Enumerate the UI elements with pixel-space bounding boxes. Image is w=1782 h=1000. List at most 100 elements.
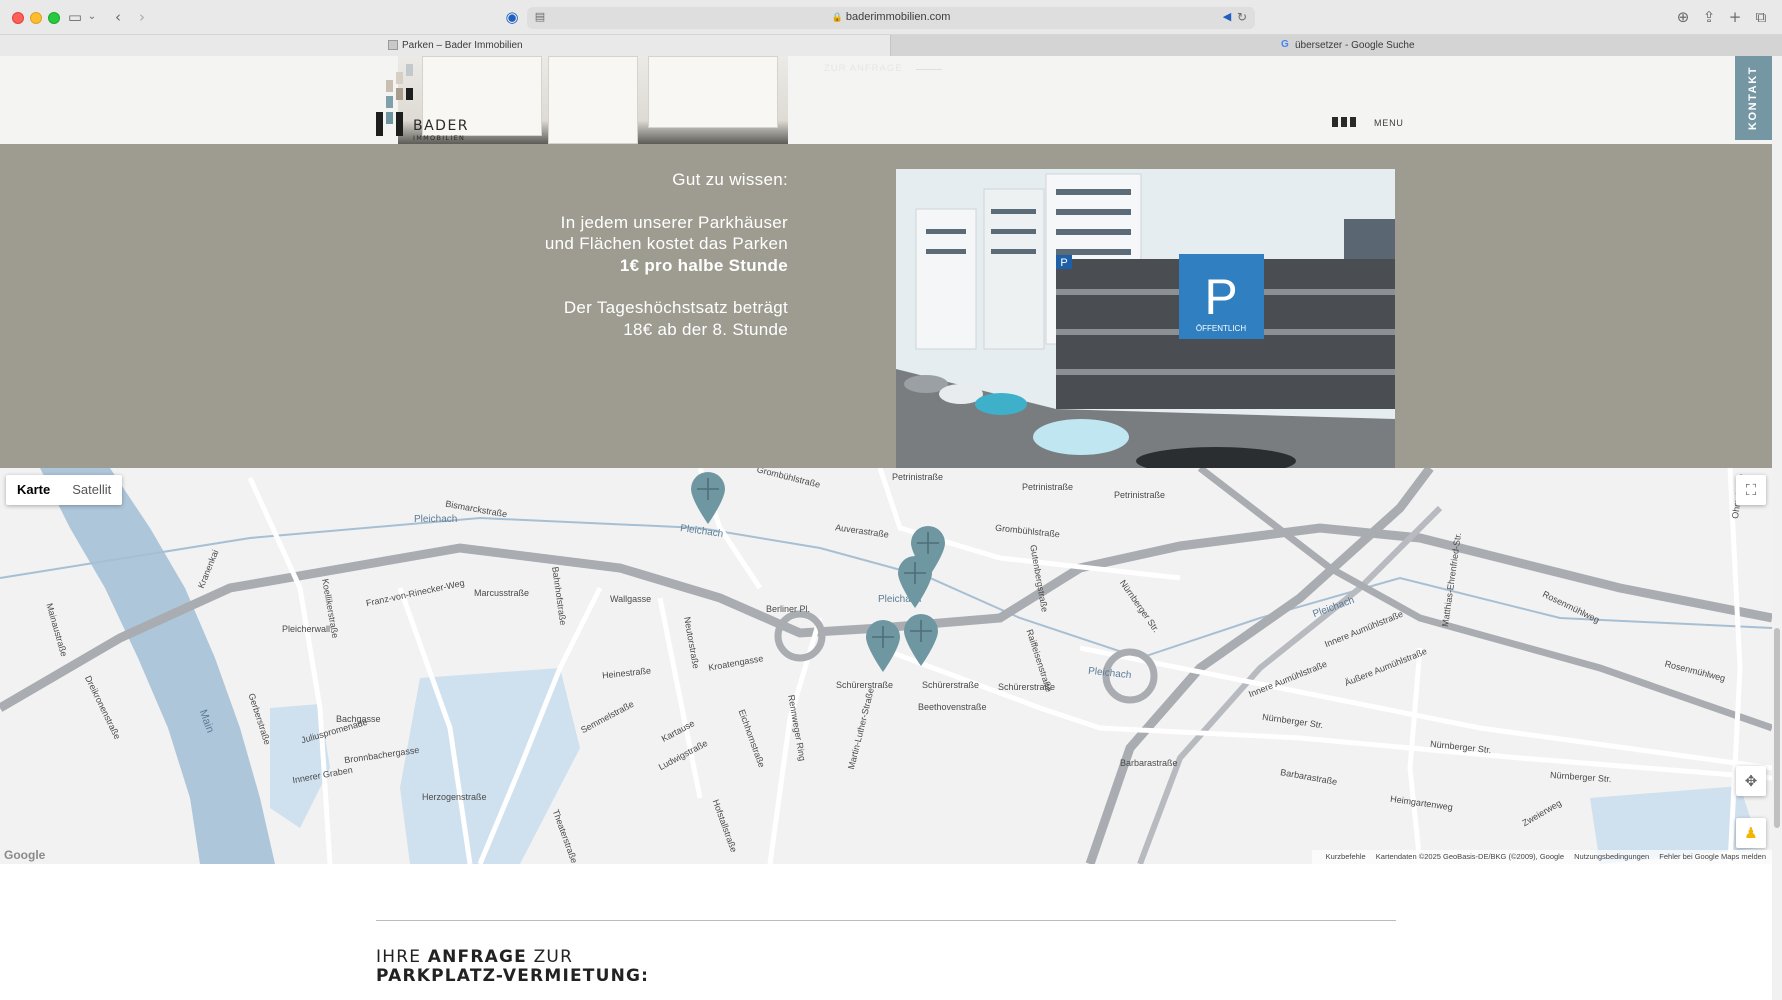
street-label: Rosenmühlweg [1540, 588, 1602, 626]
chevron-down-icon[interactable]: ⌄ [86, 7, 98, 27]
max-line-1: Der Tageshöchstsatz beträgt [563, 298, 788, 317]
form-title: IHRE ANFRAGE ZUR PARKPLATZ-VERMIETUNG: [376, 947, 650, 986]
fullscreen-icon[interactable]: ⛶ [1736, 475, 1766, 505]
price-line-1: In jedem unserer Parkhäuser [560, 212, 788, 232]
ghost-divider [916, 69, 942, 70]
parking-marker-icon[interactable] [896, 554, 934, 610]
river-label: Main [196, 708, 217, 735]
google-logo: Google [4, 848, 46, 862]
tab-google-search[interactable]: Gübersetzer - Google Suche [890, 35, 1782, 56]
parking-marker-icon[interactable] [689, 470, 727, 526]
street-label: Dreikronenstraße [83, 674, 123, 741]
street-label: Kroatengasse [707, 653, 764, 673]
price-highlight: 1€ pro halbe Stunde [619, 255, 788, 275]
parking-info-text: Gut zu wissen: In jedem unserer Parkhäus… [480, 169, 788, 340]
street-label: Pleicherwall [282, 624, 331, 634]
street-label: Nürnberger Str. [1429, 738, 1492, 756]
street-label: Matthias-Ehrenfried-Str. [1440, 531, 1464, 628]
pegman-icon[interactable]: ♟ [1736, 818, 1766, 848]
map-type-karte-button[interactable]: Karte [6, 475, 61, 505]
river-label: Pleichach [414, 514, 458, 525]
street-label: Semmelstraße [579, 698, 636, 736]
parking-garage-photo: P ÖFFENTLICH P [896, 169, 1395, 468]
street-label: Hofstallstraße [710, 798, 739, 854]
street-label: Gerberstraße [246, 692, 273, 747]
section-divider [376, 920, 1396, 921]
camera-control-icon[interactable]: ✥ [1736, 766, 1766, 796]
terms-link[interactable]: Nutzungsbedingungen [1574, 852, 1649, 861]
bader-logo[interactable]: BADER IMMOBILIEN [376, 64, 476, 142]
street-label: Rosenmühlweg [1663, 658, 1727, 684]
street-label: Franz-von-Rinecker-Weg [365, 577, 466, 609]
address-bar[interactable]: ▤ 🔒 baderimmobilien.com ◀ ↻ [527, 7, 1255, 29]
lock-icon: 🔒 [831, 12, 843, 22]
page-scrollbar[interactable] [1772, 56, 1782, 1000]
street-label: Bahnhofstraße [550, 566, 569, 626]
street-label: Neutorstraße [682, 616, 702, 670]
street-label: Barbarastraße [1279, 767, 1338, 787]
back-arrow-icon[interactable]: ‹ [110, 7, 126, 27]
speaker-icon[interactable]: ◀ [1221, 7, 1233, 27]
river-label: Pleichach [1311, 594, 1356, 621]
street-label: Innere Aumühlstraße [1247, 658, 1329, 700]
street-label: Grombühlstraße [755, 468, 822, 490]
parking-p-icon: P [1204, 269, 1237, 325]
street-label: Herzogenstraße [422, 792, 487, 802]
password-manager-icon[interactable]: ◉ [504, 7, 520, 27]
street-label: Barbarastraße [1120, 758, 1178, 768]
parking-marker-icon[interactable] [902, 612, 940, 668]
river-label: Pleichach [1087, 665, 1132, 682]
street-label: Petrinistraße [1022, 482, 1074, 492]
price-line-2: und Flächen kostet das Parken [544, 234, 788, 253]
menu-button[interactable]: MENU [1332, 116, 1403, 132]
new-tab-icon[interactable]: + [1726, 7, 1744, 27]
street-label: Eichhornstraße [736, 708, 767, 769]
parking-info-section: Gut zu wissen: In jedem unserer Parkhäus… [0, 144, 1772, 468]
kontakt-tab[interactable]: KONTAKT [1735, 56, 1772, 140]
street-label: Gutenbergstraße [1028, 544, 1050, 613]
parking-marker-icon[interactable] [864, 618, 902, 674]
street-label: Äußere Aumühlstraße [1343, 645, 1429, 689]
street-label: Innerer Graben [291, 764, 354, 786]
shortcuts-link[interactable]: Kurzbefehle [1326, 852, 1366, 861]
street-label: Mainaustraße [44, 602, 70, 658]
street-label: Beethovenstraße [918, 702, 987, 712]
tab-overview-icon[interactable]: ⧉ [1752, 7, 1770, 27]
tab-bar: Parken – Bader Immobilien Gübersetzer - … [0, 35, 1782, 56]
street-label: Marcusstraße [474, 588, 530, 598]
map-type-satellite-button[interactable]: Satellit [61, 475, 122, 505]
zoom-window-button[interactable] [48, 12, 60, 24]
downloads-icon[interactable]: ⊕ [1674, 7, 1692, 27]
scrollbar-thumb[interactable] [1774, 628, 1780, 828]
street-label: Grombühlstraße [994, 522, 1061, 540]
street-label: Wallgasse [610, 594, 652, 604]
forward-arrow-icon[interactable]: › [134, 7, 150, 27]
street-label: Nürnberger Str. [1117, 578, 1162, 635]
report-error-link[interactable]: Fehler bei Google Maps melden [1659, 852, 1766, 861]
map-attribution: Kartendaten ©2025 GeoBasis-DE/BKG (©2009… [1375, 852, 1565, 861]
minimize-window-button[interactable] [30, 12, 42, 24]
street-label: Heimgartenweg [1389, 793, 1454, 813]
photo-sign-text: ÖFFENTLICH [1196, 324, 1246, 333]
street-label: Innere Aumühlstraße [1323, 608, 1405, 650]
close-window-button[interactable] [12, 12, 24, 24]
reload-icon[interactable]: ↻ [1235, 7, 1249, 27]
share-icon[interactable]: ⇪ [1700, 7, 1718, 27]
google-map[interactable]: Grombühlstraße Petrinistraße Petrinistra… [0, 468, 1772, 864]
street-label: Auverastraße [834, 522, 890, 540]
zur-anfrage-link[interactable]: ZUR ANFRAGE [824, 63, 903, 74]
url-text: 🔒 baderimmobilien.com [831, 11, 951, 23]
street-label: Zweierweg [1520, 797, 1564, 829]
google-favicon-icon: G [1281, 39, 1289, 51]
browser-toolbar: ▭ ⌄ ‹ › ◉ ▤ 🔒 baderimmobilien.com ◀ ↻ ⊕ … [0, 0, 1782, 35]
map-type-control: Karte Satellit [6, 475, 123, 505]
max-line-2: 18€ ab der 8. Stunde [623, 319, 788, 339]
bader-favicon-icon [388, 40, 398, 51]
tab-bader-parken[interactable]: Parken – Bader Immobilien [0, 35, 890, 56]
sidebar-toggle-icon[interactable]: ▭ [66, 7, 84, 27]
street-label: Nürnberger Str. [1549, 769, 1612, 785]
street-label: Nürnberger Str. [1261, 711, 1324, 731]
street-label: Schürerstraße [836, 680, 894, 690]
street-label: Petrinistraße [1114, 490, 1166, 500]
svg-text:P: P [1060, 257, 1067, 269]
